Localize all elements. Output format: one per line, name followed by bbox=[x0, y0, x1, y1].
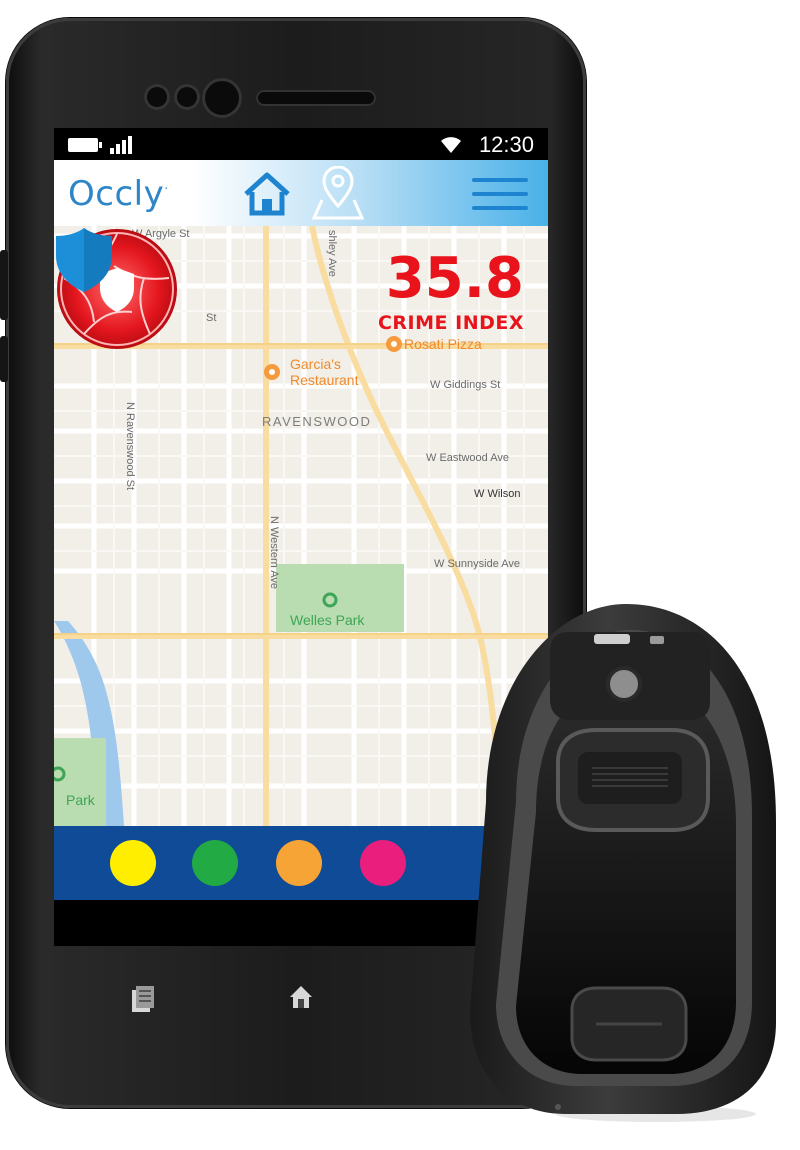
app-header: Occly· bbox=[54, 160, 548, 226]
home-icon[interactable] bbox=[242, 172, 292, 216]
street-label: St bbox=[206, 312, 217, 324]
street-label: N Ravenswood St bbox=[124, 402, 136, 491]
orange-status-dot[interactable] bbox=[276, 840, 322, 886]
restaurant-poi-icon[interactable] bbox=[264, 364, 280, 380]
park-label: Park bbox=[66, 792, 95, 808]
park-icon bbox=[322, 592, 338, 608]
street-label: W Giddings St bbox=[430, 379, 501, 391]
neighborhood-label: RAVENSWOOD bbox=[262, 414, 372, 429]
poi-label: Restaurant bbox=[290, 372, 359, 388]
status-bar: 12:30 bbox=[54, 128, 548, 160]
park-icon bbox=[54, 766, 66, 782]
street-label: W Eastwood Ave bbox=[426, 452, 509, 464]
street-label: W Wilson bbox=[474, 488, 521, 500]
recent-apps-icon[interactable] bbox=[130, 984, 156, 1014]
front-camera bbox=[202, 78, 242, 118]
proximity-sensor bbox=[144, 84, 170, 110]
wifi-icon bbox=[441, 137, 461, 153]
crime-index-label: CRIME INDEX bbox=[377, 312, 524, 334]
phone-side-button bbox=[0, 250, 8, 320]
earpiece-speaker bbox=[256, 90, 376, 106]
location-pin-icon[interactable] bbox=[312, 166, 364, 220]
park-label: Welles Park bbox=[290, 612, 365, 628]
pink-status-dot[interactable] bbox=[360, 840, 406, 886]
street-label: shley Ave bbox=[326, 230, 338, 277]
home-soft-icon[interactable] bbox=[288, 984, 314, 1010]
street-label: W Sunnyside Ave bbox=[434, 558, 521, 570]
menu-icon[interactable] bbox=[472, 178, 528, 212]
poi-label: Rosati Pizza bbox=[404, 336, 482, 352]
pizza-poi-icon[interactable] bbox=[386, 336, 402, 352]
signal-icon bbox=[110, 136, 132, 154]
yellow-status-dot[interactable] bbox=[110, 840, 156, 886]
phone-side-button bbox=[0, 336, 8, 382]
crime-index-value: 35.8 bbox=[385, 246, 524, 311]
shield-pin-icon[interactable] bbox=[54, 226, 114, 294]
green-status-dot[interactable] bbox=[192, 840, 238, 886]
light-sensor bbox=[174, 84, 200, 110]
personal-safety-device bbox=[470, 604, 776, 1122]
app-logo[interactable]: Occly· bbox=[68, 174, 169, 214]
battery-icon bbox=[68, 138, 102, 152]
status-time: 12:30 bbox=[478, 132, 534, 157]
street-label: N Western Ave bbox=[268, 516, 280, 589]
poi-label: Garcia's bbox=[290, 356, 341, 372]
